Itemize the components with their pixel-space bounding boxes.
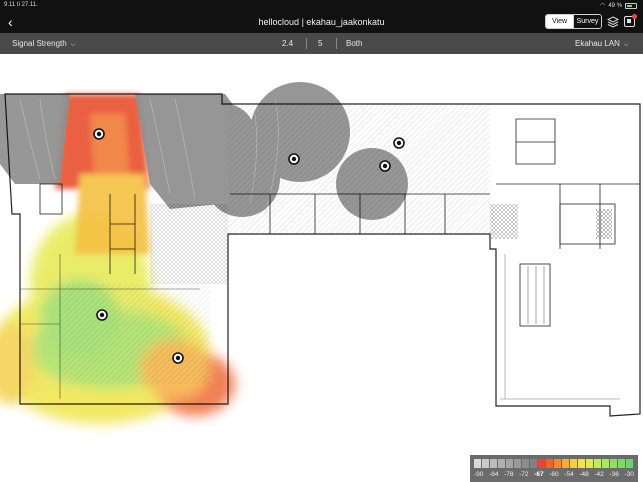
divider — [306, 38, 307, 49]
legend-tick-label: -72 — [519, 471, 529, 478]
band-both-toggle[interactable]: Both — [346, 39, 362, 48]
legend-tick-label: -60 — [549, 471, 559, 478]
legend-swatch — [530, 459, 538, 468]
access-point-icon[interactable] — [172, 352, 184, 364]
access-point-icon[interactable] — [288, 153, 300, 165]
legend-ticks: -90 -84 -78 -72 -67 -60 -54 -48 -42 -36 -30 — [474, 471, 634, 478]
legend-tick-label: -54 — [564, 471, 574, 478]
legend-swatch — [562, 459, 570, 468]
navigation-bar: ‹ hellocloud | ekahau_jaakonkatu View Su… — [0, 12, 643, 33]
legend-tick-label: -48 — [579, 471, 589, 478]
legend-swatch — [626, 459, 634, 468]
status-time-date: 9.11 ti 27.11. — [4, 2, 38, 8]
survey-mode-button[interactable]: Survey — [573, 15, 601, 28]
status-right: ◠ 49 % — [600, 2, 637, 9]
legend-color-scale — [474, 459, 634, 468]
legend-tick-label: -42 — [594, 471, 604, 478]
legend-tick-label: -30 — [624, 471, 634, 478]
view-mode-button[interactable]: View — [546, 15, 573, 28]
notification-dot — [632, 14, 637, 19]
legend-swatch — [490, 459, 498, 468]
chevron-down-icon: ⌵ — [70, 42, 76, 48]
legend-swatch — [594, 459, 602, 468]
legend-swatch — [498, 459, 506, 468]
wifi-icon: ◠ — [600, 3, 606, 9]
legend-swatch — [522, 459, 530, 468]
survey-status-icon[interactable] — [624, 14, 637, 27]
network-label: Ekahau LAN — [575, 39, 620, 48]
legend-tick-label: -36 — [609, 471, 619, 478]
legend-swatch — [602, 459, 610, 468]
battery-icon — [625, 2, 637, 9]
network-dropdown[interactable]: Ekahau LAN ⌵ — [575, 39, 628, 49]
visualization-dropdown[interactable]: Signal Strength ⌵ — [12, 39, 75, 49]
floor-plan-map[interactable] — [0, 54, 643, 454]
band-2-4-toggle[interactable]: 2.4 — [282, 39, 293, 48]
visualization-toolbar: Signal Strength ⌵ 2.4 5 Both Ekahau LAN ⌵ — [0, 33, 643, 54]
status-bar: 9.11 ti 27.11. ◠ 49 % — [0, 0, 643, 12]
legend-swatch — [482, 459, 490, 468]
legend-tick-label: -90 — [474, 471, 484, 478]
legend-swatch — [578, 459, 586, 468]
legend-swatch — [586, 459, 594, 468]
legend-swatch — [546, 459, 554, 468]
legend-swatch — [570, 459, 578, 468]
legend-swatch — [474, 459, 482, 468]
legend-swatch — [538, 459, 546, 468]
legend-swatch — [506, 459, 514, 468]
access-point-icon[interactable] — [379, 160, 391, 172]
legend-swatch — [554, 459, 562, 468]
signal-strength-legend: -90 -84 -78 -72 -67 -60 -54 -48 -42 -36 -30 — [470, 455, 638, 482]
band-5-toggle[interactable]: 5 — [318, 39, 322, 48]
layers-icon[interactable] — [607, 16, 619, 28]
divider — [336, 38, 337, 49]
legend-tick-label: -67 — [534, 471, 544, 478]
access-point-icon[interactable] — [96, 309, 108, 321]
visualization-label: Signal Strength — [12, 39, 67, 48]
access-point-icon[interactable] — [393, 137, 405, 149]
access-point-icon[interactable] — [93, 128, 105, 140]
legend-swatch — [610, 459, 618, 468]
chevron-down-icon: ⌵ — [623, 42, 629, 48]
legend-swatch — [514, 459, 522, 468]
battery-percent: 49 % — [608, 2, 622, 9]
mode-segmented-control: View Survey — [545, 14, 602, 29]
legend-tick-label: -84 — [489, 471, 499, 478]
legend-tick-label: -78 — [504, 471, 514, 478]
legend-swatch — [618, 459, 626, 468]
